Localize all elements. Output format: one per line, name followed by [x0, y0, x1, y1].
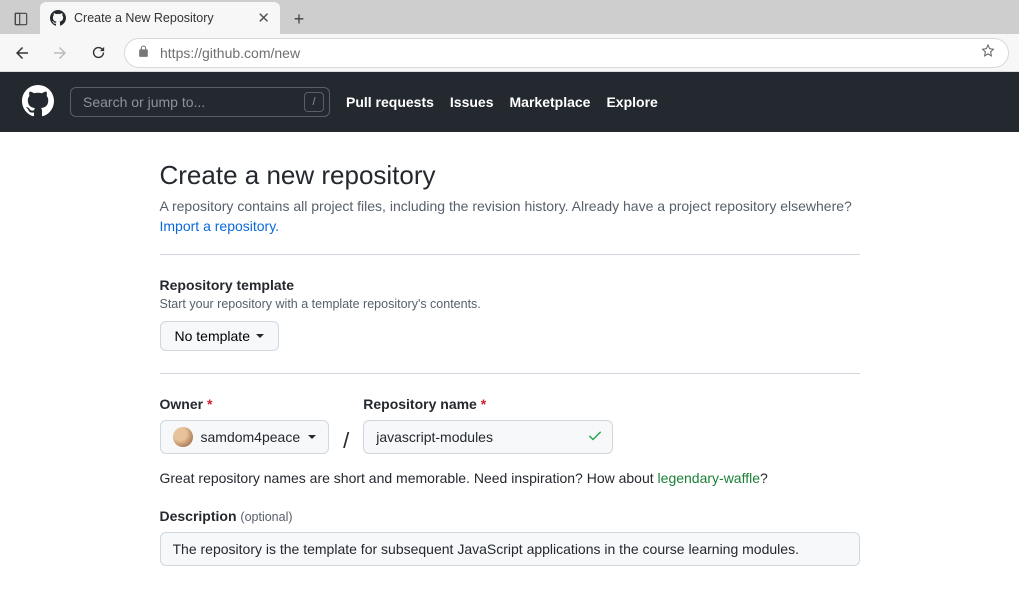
name-suggestion-link[interactable]: legendary-waffle	[658, 470, 760, 486]
owner-label-text: Owner	[160, 396, 204, 412]
nav-pull-requests[interactable]: Pull requests	[346, 94, 434, 110]
arrow-right-icon	[51, 44, 69, 62]
divider	[160, 254, 860, 255]
template-hint: Start your repository with a template re…	[160, 297, 860, 311]
hint-prefix: Great repository names are short and mem…	[160, 470, 658, 486]
nav-marketplace[interactable]: Marketplace	[510, 94, 591, 110]
slash-key-hint: /	[304, 92, 324, 112]
header-search: /	[70, 87, 330, 117]
star-icon	[980, 43, 996, 59]
description-label: Description	[160, 508, 237, 524]
template-select-value: No template	[175, 328, 250, 344]
description-optional: (optional)	[240, 510, 292, 524]
caret-down-icon	[256, 334, 264, 338]
description-label-row: Description (optional)	[160, 508, 860, 524]
refresh-icon	[90, 44, 107, 61]
owner-value: samdom4peace	[201, 429, 301, 445]
hint-suffix: ?	[760, 470, 768, 486]
avatar	[173, 427, 193, 447]
favorite-button[interactable]	[980, 43, 996, 62]
header-nav: Pull requests Issues Marketplace Explore	[346, 94, 658, 110]
tab-actions-button[interactable]	[6, 4, 36, 34]
nav-issues[interactable]: Issues	[450, 94, 494, 110]
browser-tab[interactable]: Create a New Repository ✕	[40, 2, 280, 34]
description-input[interactable]	[160, 532, 860, 566]
template-section: Repository template Start your repositor…	[160, 277, 860, 351]
template-label: Repository template	[160, 277, 860, 293]
repo-name-field: Repository name *	[363, 396, 613, 454]
repo-name-label: Repository name *	[363, 396, 613, 412]
owner-label: Owner *	[160, 396, 330, 412]
owner-repo-row: Owner * samdom4peace / Repository name *	[160, 396, 860, 458]
tabs-icon	[14, 12, 28, 26]
import-repository-link[interactable]: Import a repository.	[160, 218, 280, 234]
divider	[160, 373, 860, 374]
owner-field: Owner * samdom4peace	[160, 396, 330, 454]
github-logo[interactable]	[22, 85, 54, 120]
github-mark-icon	[22, 85, 54, 117]
repo-name-input[interactable]	[363, 420, 613, 454]
name-hint: Great repository names are short and mem…	[160, 470, 860, 486]
url-text: https://github.com/new	[160, 45, 300, 61]
subtitle-text: A repository contains all project files,…	[160, 198, 852, 214]
close-tab-button[interactable]: ✕	[257, 9, 270, 27]
page-title: Create a new repository	[160, 160, 860, 191]
back-button[interactable]	[10, 41, 34, 65]
github-favicon-icon	[50, 10, 66, 26]
repo-name-label-text: Repository name	[363, 396, 477, 412]
github-header: / Pull requests Issues Marketplace Explo…	[0, 72, 1019, 132]
tab-strip: Create a New Repository ✕ +	[0, 0, 1019, 34]
main-content: Create a new repository A repository con…	[160, 132, 860, 566]
search-input[interactable]	[70, 87, 330, 117]
arrow-left-icon	[13, 44, 31, 62]
caret-down-icon	[308, 435, 316, 439]
forward-button[interactable]	[48, 41, 72, 65]
page-subtitle: A repository contains all project files,…	[160, 197, 860, 236]
new-tab-button[interactable]: +	[284, 4, 314, 34]
nav-explore[interactable]: Explore	[606, 94, 657, 110]
lock-icon	[137, 45, 150, 61]
refresh-button[interactable]	[86, 41, 110, 65]
browser-chrome: Create a New Repository ✕ + https://gith…	[0, 0, 1019, 72]
url-field[interactable]: https://github.com/new	[124, 38, 1009, 68]
template-select[interactable]: No template	[160, 321, 279, 351]
tab-title: Create a New Repository	[74, 11, 214, 25]
check-icon	[587, 428, 603, 447]
description-field: Description (optional)	[160, 508, 860, 566]
slash-separator: /	[343, 424, 349, 458]
owner-select[interactable]: samdom4peace	[160, 420, 330, 454]
required-mark: *	[481, 396, 486, 412]
address-bar: https://github.com/new	[0, 34, 1019, 72]
required-mark: *	[207, 396, 212, 412]
